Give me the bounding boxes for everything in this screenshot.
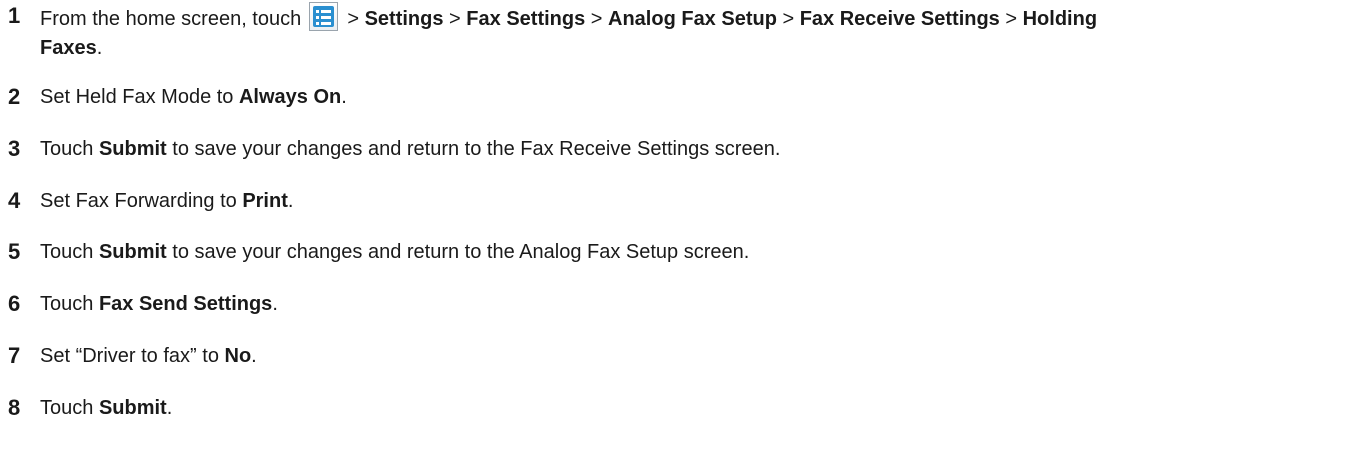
step-text-continued: Faxes. bbox=[40, 37, 103, 59]
step-text: Touch Submit to save your changes and re… bbox=[40, 138, 781, 160]
menu-path-fax-receive-settings: Fax Receive Settings bbox=[799, 8, 1000, 30]
menu-path-analog-fax-setup: Analog Fax Setup bbox=[608, 8, 777, 30]
step-number: 1 bbox=[8, 3, 21, 28]
step-text: Touch Submit. bbox=[40, 397, 173, 419]
menu-path-fax-settings: Fax Settings bbox=[466, 8, 586, 30]
step-number: 4 bbox=[8, 188, 21, 213]
menu-path-settings: Settings bbox=[364, 8, 444, 30]
step-text: Touch Submit to save your changes and re… bbox=[40, 241, 750, 263]
step-text: From the home screen, touch > Settings >… bbox=[40, 2, 1335, 33]
step-number: 5 bbox=[8, 239, 21, 264]
step-number: 7 bbox=[8, 343, 21, 368]
menu-path-faxes: Faxes bbox=[40, 37, 97, 59]
step-text: Touch Fax Send Settings. bbox=[40, 293, 278, 315]
step-text: Set “Driver to fax” to No. bbox=[40, 345, 257, 367]
step-number: 2 bbox=[8, 84, 21, 109]
menu-path-holding: Holding bbox=[1022, 8, 1098, 30]
step-text: Set Fax Forwarding to Print. bbox=[40, 190, 294, 212]
step-number: 6 bbox=[8, 291, 21, 316]
menu-list-icon bbox=[308, 2, 338, 31]
step-number: 3 bbox=[8, 136, 21, 161]
step-number: 8 bbox=[8, 395, 21, 420]
step-text: Set Held Fax Mode to Always On. bbox=[40, 86, 347, 108]
